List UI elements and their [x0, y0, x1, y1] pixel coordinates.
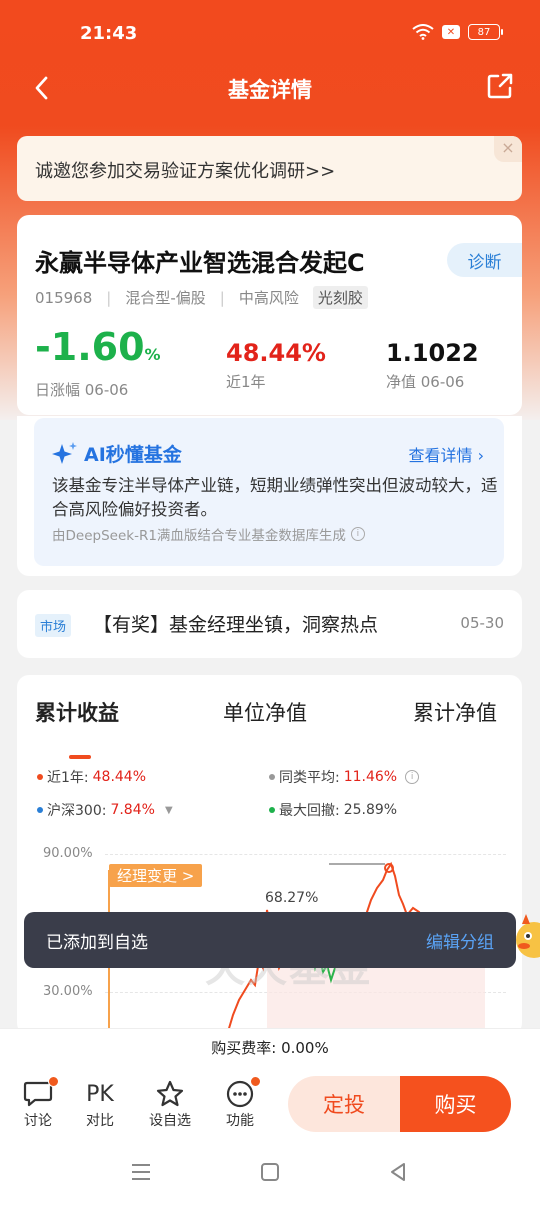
legend-dot — [269, 774, 275, 780]
sparkle-icon — [52, 441, 77, 464]
ai-source: 由DeepSeek-R1满血版结合专业基金数据库生成 i — [52, 524, 365, 544]
daily-change-metric: -1.60% 日涨幅 06-06 — [35, 325, 161, 400]
legend-peer: 同类平均: 11.46% i — [269, 767, 420, 787]
notification-x-icon: ✕ — [442, 25, 460, 39]
active-tab-indicator — [69, 755, 91, 759]
nav-metric: 1.1022 净值 06-06 — [386, 325, 479, 392]
divider: | — [219, 288, 225, 307]
battery-icon: 87 — [468, 24, 503, 40]
legend-hs300[interactable]: 沪深300: 7.84% ▼ — [37, 800, 173, 820]
theme-tag[interactable]: 光刻胶 — [312, 286, 368, 309]
discuss-button[interactable]: 讨论 — [13, 1076, 63, 1130]
manager-change-tag[interactable]: 经理变更 > — [109, 864, 203, 887]
legend-label: 沪深300: — [47, 803, 107, 819]
add-watchlist-button[interactable]: 设自选 — [145, 1078, 195, 1130]
fund-meta: 015968 | 混合型-偏股 | 中高风险 光刻胶 — [35, 286, 368, 309]
status-icons: ✕ 87 — [412, 24, 503, 40]
nav-label: 净值 06-06 — [386, 373, 465, 391]
dingtou-button[interactable]: 定投 — [288, 1076, 400, 1132]
status-time: 21:43 — [80, 23, 138, 44]
legend-value: 7.84% — [110, 802, 155, 818]
view-details-link[interactable]: 查看详情 › — [409, 442, 485, 466]
discuss-label: 讨论 — [24, 1113, 52, 1129]
ai-source-text: 由DeepSeek-R1满血版结合专业基金数据库生成 — [52, 528, 346, 544]
wifi-icon — [412, 24, 434, 40]
home-icon[interactable] — [260, 1162, 280, 1182]
bottom-action-bar: 讨论 PK 对比 设自选 功能 定投 购买 — [0, 1068, 540, 1140]
function-label: 功能 — [226, 1113, 254, 1129]
fund-summary-card: 永赢半导体产业智选混合发起C 诊断 015968 | 混合型-偏股 | 中高风险… — [17, 215, 522, 415]
legend-label: 同类平均: — [279, 770, 340, 786]
year-return-metric: 48.44% 近1年 — [226, 325, 326, 392]
ai-summary-card: AI秒懂基金 查看详情 › 该基金专注半导体产业链，短期业绩弹性突出但波动较大，… — [17, 416, 522, 576]
daily-change-value: -1.60% — [35, 325, 161, 369]
news-card[interactable]: 市场 【有奖】基金经理坐镇，洞察热点 05-30 — [17, 590, 522, 658]
diagnose-button[interactable]: 诊断 — [447, 243, 522, 277]
divider: | — [106, 288, 112, 307]
function-button[interactable]: 功能 — [215, 1076, 265, 1130]
legend-dot — [37, 807, 43, 813]
fund-risk: 中高风险 — [238, 289, 299, 307]
status-bar: 21:43 ✕ 87 — [0, 0, 540, 66]
menu-icon[interactable] — [130, 1162, 152, 1182]
notification-badge — [250, 1076, 261, 1087]
legend-value: 25.89% — [343, 802, 398, 818]
ai-title-text: AI秒懂基金 — [84, 444, 182, 466]
system-nav-bar — [0, 1140, 540, 1206]
watchlist-label: 设自选 — [149, 1113, 191, 1129]
peak-label: 68.27% — [265, 890, 319, 906]
legend-label: 最大回撤: — [279, 803, 340, 819]
legend-dot — [269, 807, 275, 813]
share-icon[interactable] — [484, 70, 516, 102]
star-icon — [145, 1078, 195, 1110]
ai-summary-box[interactable]: AI秒懂基金 查看详情 › 该基金专注半导体产业链，短期业绩弹性突出但波动较大，… — [34, 418, 504, 566]
compare-label: 对比 — [86, 1113, 114, 1129]
survey-banner[interactable]: 诚邀您参加交易验证方案优化调研>> × — [17, 136, 522, 201]
info-icon[interactable]: i — [405, 770, 420, 784]
nav-value: 1.1022 — [386, 339, 479, 367]
caret-down-icon: ▼ — [164, 804, 173, 816]
nav-bar: 基金详情 — [0, 66, 540, 110]
legend-year: 近1年: 48.44% — [37, 767, 146, 787]
toast-notification: 已添加到自选 编辑分组 — [24, 912, 516, 968]
fund-code: 015968 — [35, 288, 93, 307]
mascot-icon[interactable] — [512, 910, 540, 966]
performance-chart-card: 累计收益 单位净值 累计净值 近1年: 48.44% 同类平均: 11.46% i … — [17, 675, 522, 1035]
fee-bar: 购买费率: 0.00% — [0, 1028, 540, 1068]
legend-dot — [37, 774, 43, 780]
back-icon[interactable] — [388, 1162, 408, 1182]
year-return-value: 48.44% — [226, 339, 326, 367]
edit-group-link[interactable]: 编辑分组 — [426, 928, 494, 953]
tab-unit-nav[interactable]: 单位净值 — [223, 697, 307, 727]
pk-icon: PK — [86, 1081, 114, 1107]
ai-title: AI秒懂基金 — [52, 440, 182, 467]
fund-name: 永赢半导体产业智选混合发起C — [35, 249, 365, 277]
news-date: 05-30 — [460, 614, 504, 632]
legend-drawdown: 最大回撤: 25.89% — [269, 800, 397, 820]
news-tag: 市场 — [35, 614, 72, 637]
ai-summary-text: 该基金专注半导体产业链，短期业绩弹性突出但波动较大，适合高风险偏好投资者。 — [52, 476, 498, 519]
banner-text: 诚邀您参加交易验证方案优化调研>> — [35, 161, 336, 182]
info-icon[interactable]: i — [350, 527, 365, 541]
daily-change-label: 日涨幅 06-06 — [35, 381, 129, 399]
tab-cumulative-nav[interactable]: 累计净值 — [413, 697, 497, 727]
more-icon — [215, 1076, 265, 1110]
chat-icon — [13, 1076, 63, 1110]
legend-label: 近1年: — [47, 770, 89, 786]
tab-cumulative-return[interactable]: 累计收益 — [35, 697, 119, 727]
legend-value: 48.44% — [92, 769, 147, 785]
fund-type: 混合型-偏股 — [125, 289, 206, 307]
compare-button[interactable]: PK 对比 — [75, 1078, 125, 1130]
buy-button[interactable]: 购买 — [400, 1076, 511, 1132]
news-title: 【有奖】基金经理坐镇，洞察热点 — [93, 614, 379, 636]
toast-text: 已添加到自选 — [46, 933, 148, 953]
legend-value: 11.46% — [343, 769, 398, 785]
close-icon[interactable]: × — [494, 136, 522, 162]
notification-badge — [48, 1076, 59, 1087]
chart-tabs: 累计收益 单位净值 累计净值 — [17, 697, 522, 759]
page-title: 基金详情 — [228, 78, 312, 102]
year-return-label: 近1年 — [226, 373, 266, 391]
